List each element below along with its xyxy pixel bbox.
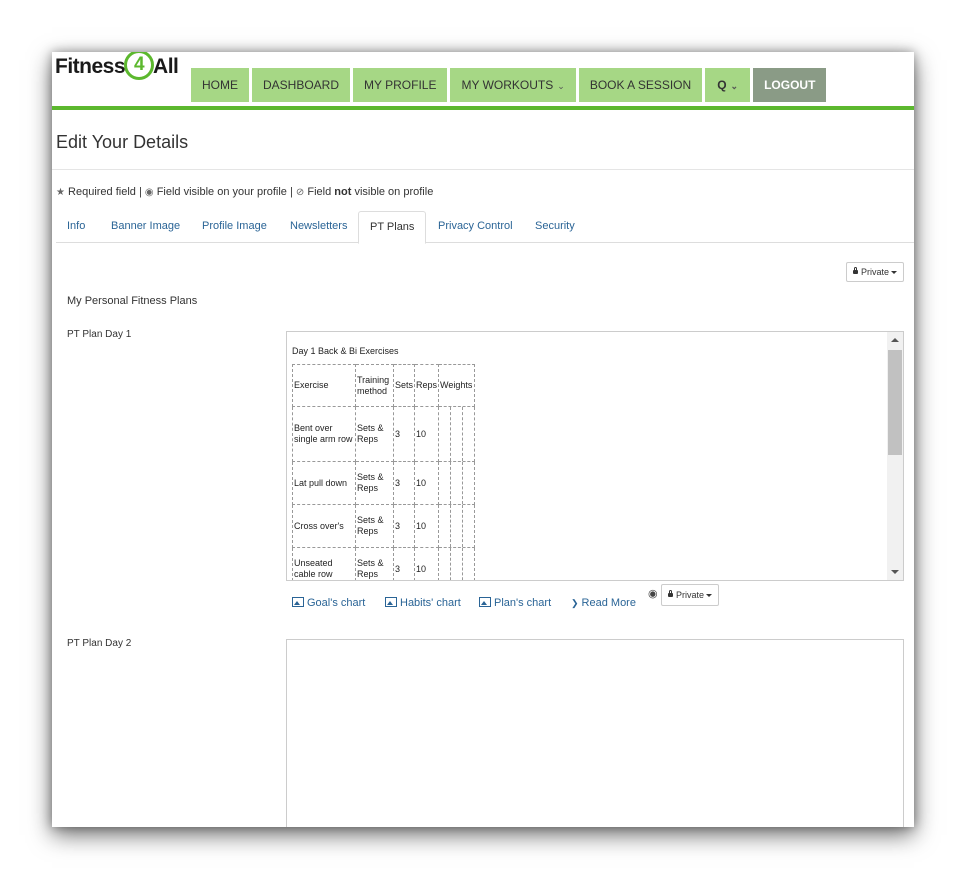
- nav-book-a-session[interactable]: BOOK A SESSION: [578, 68, 703, 102]
- lock-icon: [853, 266, 858, 274]
- method-cell: Sets & Reps: [355, 406, 394, 462]
- scroll-down-arrow-icon[interactable]: [891, 570, 899, 574]
- plan-table: Exercise Training method Sets Reps Weigh…: [292, 364, 476, 580]
- pt-plan-day1-label: PT Plan Day 1: [67, 329, 132, 340]
- divider: [52, 169, 914, 170]
- pt-plan-day2-editor[interactable]: [286, 639, 904, 827]
- weights-cell: [438, 461, 476, 505]
- logo-4-emblem: 4: [124, 52, 155, 81]
- caret-down-icon: [706, 594, 713, 598]
- table-row: Cross over's Sets & Reps 3 10: [292, 504, 476, 548]
- nav-my-profile[interactable]: MY PROFILE: [353, 68, 448, 102]
- table-header-row: Exercise Training method Sets Reps Weigh…: [292, 364, 476, 407]
- nav-search[interactable]: Q ⌄: [705, 68, 751, 102]
- header-reps: Reps: [414, 364, 440, 407]
- table-row: Bent over single arm row Sets & Reps 3 1…: [292, 406, 476, 462]
- method-cell: Sets & Reps: [355, 547, 394, 580]
- tab-privacy-control[interactable]: Privacy Control: [427, 211, 524, 241]
- chevron-down-icon: ⌄: [557, 81, 565, 91]
- page-title: Edit Your Details: [56, 132, 189, 152]
- method-cell: Sets & Reps: [355, 461, 394, 505]
- weights-cell: [438, 504, 476, 548]
- reps-cell: 10: [414, 504, 440, 548]
- header-weights: Weights: [438, 364, 476, 407]
- sets-cell: 3: [392, 504, 416, 548]
- site-header: Fitness 4 All HOME DASHBOARD MY PROFILE MY…: [52, 52, 914, 110]
- nav-home[interactable]: HOME: [191, 68, 249, 102]
- tab-security[interactable]: Security: [524, 211, 586, 241]
- header-sets: Sets: [392, 364, 416, 407]
- image-icon: [385, 597, 397, 608]
- goals-chart-link[interactable]: Goal's chart: [292, 597, 365, 609]
- exercise-cell: Unseated cable row: [292, 547, 356, 580]
- reps-cell: 10: [414, 547, 440, 580]
- reps-cell: 10: [414, 406, 440, 462]
- editor-content: Day 1 Back & Bi Exercises Exercise Train…: [292, 346, 476, 580]
- sets-cell: 3: [392, 547, 416, 580]
- star-icon: ★: [56, 187, 65, 198]
- header-training-method: Training method: [355, 364, 394, 407]
- scroll-up-arrow-icon[interactable]: [891, 338, 899, 342]
- field-legend: ★ Required field | ◉ Field visible on yo…: [56, 186, 434, 198]
- reps-cell: 10: [414, 461, 440, 505]
- plan-heading: Day 1 Back & Bi Exercises: [292, 346, 399, 356]
- plans-chart-link[interactable]: Plan's chart: [479, 597, 551, 609]
- image-icon: [479, 597, 491, 608]
- lock-icon: [668, 589, 673, 597]
- method-cell: Sets & Reps: [355, 504, 394, 548]
- sets-cell: 3: [392, 406, 416, 462]
- header-exercise: Exercise: [292, 364, 356, 407]
- nav-logout[interactable]: LOGOUT: [753, 68, 827, 102]
- habits-chart-link[interactable]: Habits' chart: [385, 597, 461, 609]
- nav-dashboard[interactable]: DASHBOARD: [252, 68, 351, 102]
- eye-icon: ◉: [144, 187, 154, 198]
- main-nav: HOME DASHBOARD MY PROFILE MY WORKOUTS ⌄ B…: [191, 68, 829, 102]
- read-more-link[interactable]: ❯ Read More: [571, 597, 636, 609]
- caret-down-icon: [891, 271, 898, 275]
- eye-icon: ◉: [648, 588, 658, 600]
- profile-tabs: Info Banner Image Profile Image Newslett…: [56, 211, 914, 244]
- section-title: My Personal Fitness Plans: [67, 295, 198, 307]
- scrollbar-thumb[interactable]: [888, 350, 902, 455]
- sets-cell: 3: [392, 461, 416, 505]
- eye-slash-icon: ⊘: [295, 187, 305, 198]
- tab-info[interactable]: Info: [56, 211, 96, 241]
- exercise-cell: Bent over single arm row: [292, 406, 356, 462]
- image-icon: [292, 597, 304, 608]
- search-icon: Q: [717, 78, 727, 92]
- editor-scrollbar[interactable]: [887, 332, 903, 580]
- fitness4all-logo[interactable]: Fitness 4 All: [55, 52, 179, 82]
- app-window: Fitness 4 All HOME DASHBOARD MY PROFILE MY…: [52, 52, 914, 827]
- tab-banner-image[interactable]: Banner Image: [100, 211, 191, 241]
- chevron-down-icon: ❯: [571, 598, 579, 608]
- nav-my-workouts[interactable]: MY WORKOUTS ⌄: [450, 68, 576, 102]
- section-privacy-dropdown[interactable]: Private: [846, 262, 905, 282]
- weights-cell: [438, 547, 476, 580]
- pt-plan-day1-editor[interactable]: Day 1 Back & Bi Exercises Exercise Train…: [286, 331, 904, 581]
- chevron-down-icon: ⌄: [730, 81, 739, 91]
- pt-plan-day2-label: PT Plan Day 2: [67, 638, 132, 649]
- table-row: Lat pull down Sets & Reps 3 10: [292, 461, 476, 505]
- tab-newsletters[interactable]: Newsletters: [279, 211, 358, 241]
- weights-cell: [438, 406, 476, 462]
- tab-pt-plans[interactable]: PT Plans: [358, 211, 427, 244]
- day1-privacy-dropdown[interactable]: Private: [661, 584, 720, 606]
- exercise-cell: Lat pull down: [292, 461, 356, 505]
- exercise-cell: Cross over's: [292, 504, 356, 548]
- tab-profile-image[interactable]: Profile Image: [191, 211, 278, 241]
- table-row: Unseated cable row Sets & Reps 3 10: [292, 547, 476, 580]
